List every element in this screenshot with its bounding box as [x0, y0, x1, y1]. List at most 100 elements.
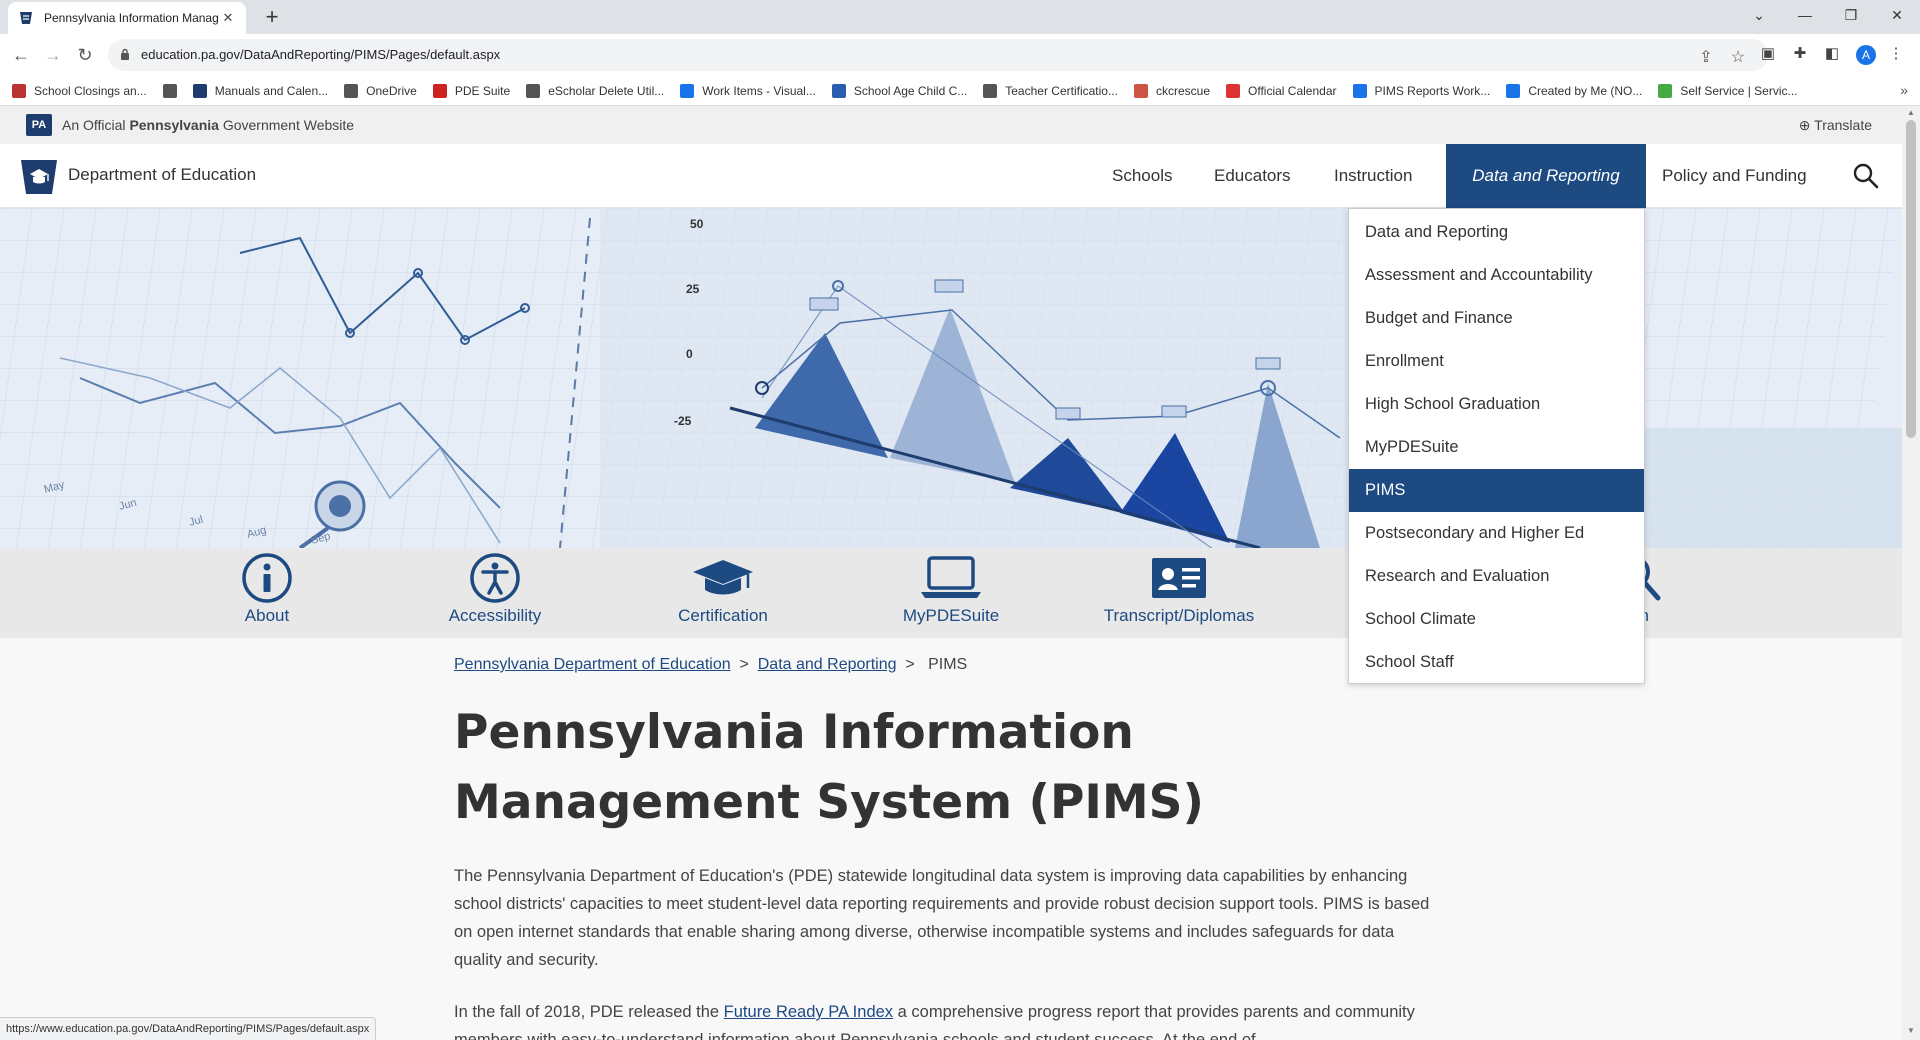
hero-y-tick: 50 [690, 217, 704, 231]
nav-educators[interactable]: Educators [1200, 144, 1305, 208]
share-icon[interactable]: ⇪ [1696, 47, 1716, 67]
breadcrumb-home-link[interactable]: Pennsylvania Department of Education [454, 656, 731, 673]
dropdown-item-research-and-evaluation[interactable]: Research and Evaluation [1349, 555, 1644, 598]
breadcrumb-separator: > [735, 656, 754, 673]
bookmark-item[interactable]: PDE Suite [432, 83, 510, 98]
page-viewport: PA An Official Pennsylvania Government W… [0, 106, 1902, 1040]
quicklink-label: Transcript/Diplomas [1103, 606, 1255, 625]
bookmark-item[interactable]: Teacher Certificatio... [983, 83, 1118, 98]
translate-label: Translate [1814, 117, 1872, 133]
future-ready-pa-index-link[interactable]: Future Ready PA Index [724, 1003, 893, 1021]
bookmark-label: Manuals and Calen... [214, 83, 329, 98]
bookmark-item[interactable]: Created by Me (NO... [1506, 83, 1642, 98]
bookmark-item[interactable]: OneDrive [344, 83, 417, 98]
gov-banner-suffix: Government Website [222, 117, 355, 133]
main-content: Pennsylvania Department of Education > D… [454, 656, 1454, 1040]
id-card-icon [1152, 558, 1206, 598]
bookmark-item[interactable]: Work Items - Visual... [680, 83, 816, 98]
bookmark-favicon-icon [983, 83, 998, 98]
nav-data-and-reporting[interactable]: Data and Reporting [1446, 144, 1646, 208]
bookmark-label: PIMS Reports Work... [1374, 83, 1491, 98]
link-status-bar: https://www.education.pa.gov/DataAndRepo… [0, 1017, 377, 1040]
dropdown-item-assessment-and-accountability[interactable]: Assessment and Accountability [1349, 254, 1644, 297]
browser-toolbar: ← → ↻ education.pa.gov/DataAndReporting/… [0, 34, 1920, 76]
reload-button[interactable]: ↻ [72, 42, 98, 68]
bookmark-item[interactable]: Official Calendar [1226, 83, 1337, 98]
bookmark-label: Work Items - Visual... [702, 83, 816, 98]
scrollbar-thumb[interactable] [1906, 120, 1916, 438]
more-bookmarks-icon[interactable]: » [1900, 82, 1908, 98]
bookmark-label: Self Service | Servic... [1680, 83, 1798, 98]
puzzle-icon[interactable]: ✚ [1790, 44, 1810, 64]
pa-keystone-logo-icon[interactable] [18, 156, 60, 198]
globe-icon: ⊕ [1798, 117, 1811, 133]
quicklink-about[interactable]: About [172, 548, 362, 638]
dropdown-item-school-climate[interactable]: School Climate [1349, 598, 1644, 641]
profile-avatar[interactable]: A [1856, 45, 1876, 65]
close-tab-icon[interactable]: ✕ [220, 10, 236, 26]
forward-button[interactable]: → [40, 42, 66, 68]
laptop-icon [921, 556, 981, 598]
bookmark-item[interactable]: School Age Child C... [831, 83, 967, 98]
bookmark-item[interactable]: PIMS Reports Work... [1352, 83, 1491, 98]
pa-logo: PA [26, 114, 52, 136]
browser-tabstrip: Pennsylvania Information Manag ✕ + ⌄ — ❐… [0, 0, 1920, 34]
bookmark-favicon-icon [192, 83, 207, 98]
official-government-banner: PA An Official Pennsylvania Government W… [0, 106, 1902, 144]
side-panel-icon[interactable]: ◧ [1822, 44, 1842, 64]
bookmark-item[interactable]: eScholar Delete Util... [526, 83, 665, 98]
dropdown-item-high-school-graduation[interactable]: High School Graduation [1349, 383, 1644, 426]
bookmark-label: School Closings an... [34, 83, 147, 98]
tab-title: Pennsylvania Information Manag [44, 11, 219, 25]
lock-icon [121, 48, 129, 60]
breadcrumb-current: PIMS [928, 656, 968, 673]
scroll-up-icon[interactable]: ▲ [1906, 108, 1916, 117]
quicklink-certification[interactable]: Certification [628, 548, 818, 638]
close-window-button[interactable]: ✕ [1874, 0, 1920, 30]
dropdown-item-pims[interactable]: PIMS [1349, 469, 1644, 512]
bookmarks-bar: School Closings an... Manuals and Calen..… [0, 76, 1920, 106]
bookmark-label: eScholar Delete Util... [548, 83, 665, 98]
dropdown-item-school-staff[interactable]: School Staff [1349, 641, 1644, 684]
url-text: education.pa.gov/DataAndReporting/PIMS/P… [141, 47, 501, 62]
bookmark-item[interactable]: Manuals and Calen... [192, 83, 329, 98]
translate-button[interactable]: ⊕ Translate [1799, 117, 1872, 134]
dropdown-item-budget-and-finance[interactable]: Budget and Finance [1349, 297, 1644, 340]
hero-y-tick: 0 [686, 347, 693, 361]
bookmark-label: Official Calendar [1248, 83, 1337, 98]
bookmark-item[interactable]: ckcrescue [1133, 83, 1210, 98]
extension-icon[interactable]: ▣ [1758, 44, 1778, 64]
bookmark-favicon-icon [831, 83, 846, 98]
bookmark-item[interactable] [162, 83, 185, 98]
tab-search-icon[interactable]: ⌄ [1736, 0, 1782, 30]
quicklink-accessibility[interactable]: Accessibility [400, 548, 590, 638]
browser-tab[interactable]: Pennsylvania Information Manag ✕ [8, 2, 246, 34]
department-name[interactable]: Department of Education [68, 165, 256, 185]
page-scrollbar[interactable]: ▲ ▼ [1902, 106, 1920, 1040]
nav-schools[interactable]: Schools [1098, 144, 1186, 208]
scroll-down-icon[interactable]: ▼ [1906, 1026, 1916, 1035]
back-button[interactable]: ← [8, 42, 34, 68]
nav-instruction[interactable]: Instruction [1320, 144, 1426, 208]
bookmark-item[interactable]: School Closings an... [12, 83, 147, 98]
bookmark-favicon-icon [162, 83, 177, 98]
restore-button[interactable]: ❐ [1828, 0, 1874, 30]
menu-icon[interactable]: ⋮ [1886, 44, 1906, 64]
dropdown-item-enrollment[interactable]: Enrollment [1349, 340, 1644, 383]
quicklink-mypdesuite[interactable]: MyPDESuite [856, 548, 1046, 638]
dropdown-item-data-and-reporting[interactable]: Data and Reporting [1349, 211, 1644, 254]
new-tab-button[interactable]: + [258, 4, 286, 32]
bookmark-favicon-icon [432, 83, 447, 98]
minimize-button[interactable]: — [1782, 0, 1828, 30]
dropdown-item-mypdesuite[interactable]: MyPDESuite [1349, 426, 1644, 469]
breadcrumb-parent-link[interactable]: Data and Reporting [758, 656, 897, 673]
nav-policy-and-funding[interactable]: Policy and Funding [1648, 144, 1821, 208]
dropdown-item-postsecondary-and-higher-ed[interactable]: Postsecondary and Higher Ed [1349, 512, 1644, 555]
search-icon[interactable] [1852, 162, 1880, 190]
bookmark-item[interactable]: Self Service | Servic... [1658, 83, 1798, 98]
bookmark-favicon-icon [344, 83, 359, 98]
address-bar[interactable]: education.pa.gov/DataAndReporting/PIMS/P… [108, 39, 1768, 71]
bookmark-star-icon[interactable]: ☆ [1728, 47, 1748, 67]
breadcrumb-separator: > [900, 656, 924, 673]
quicklink-transcript-diplomas[interactable]: Transcript/Diplomas [1084, 548, 1274, 638]
